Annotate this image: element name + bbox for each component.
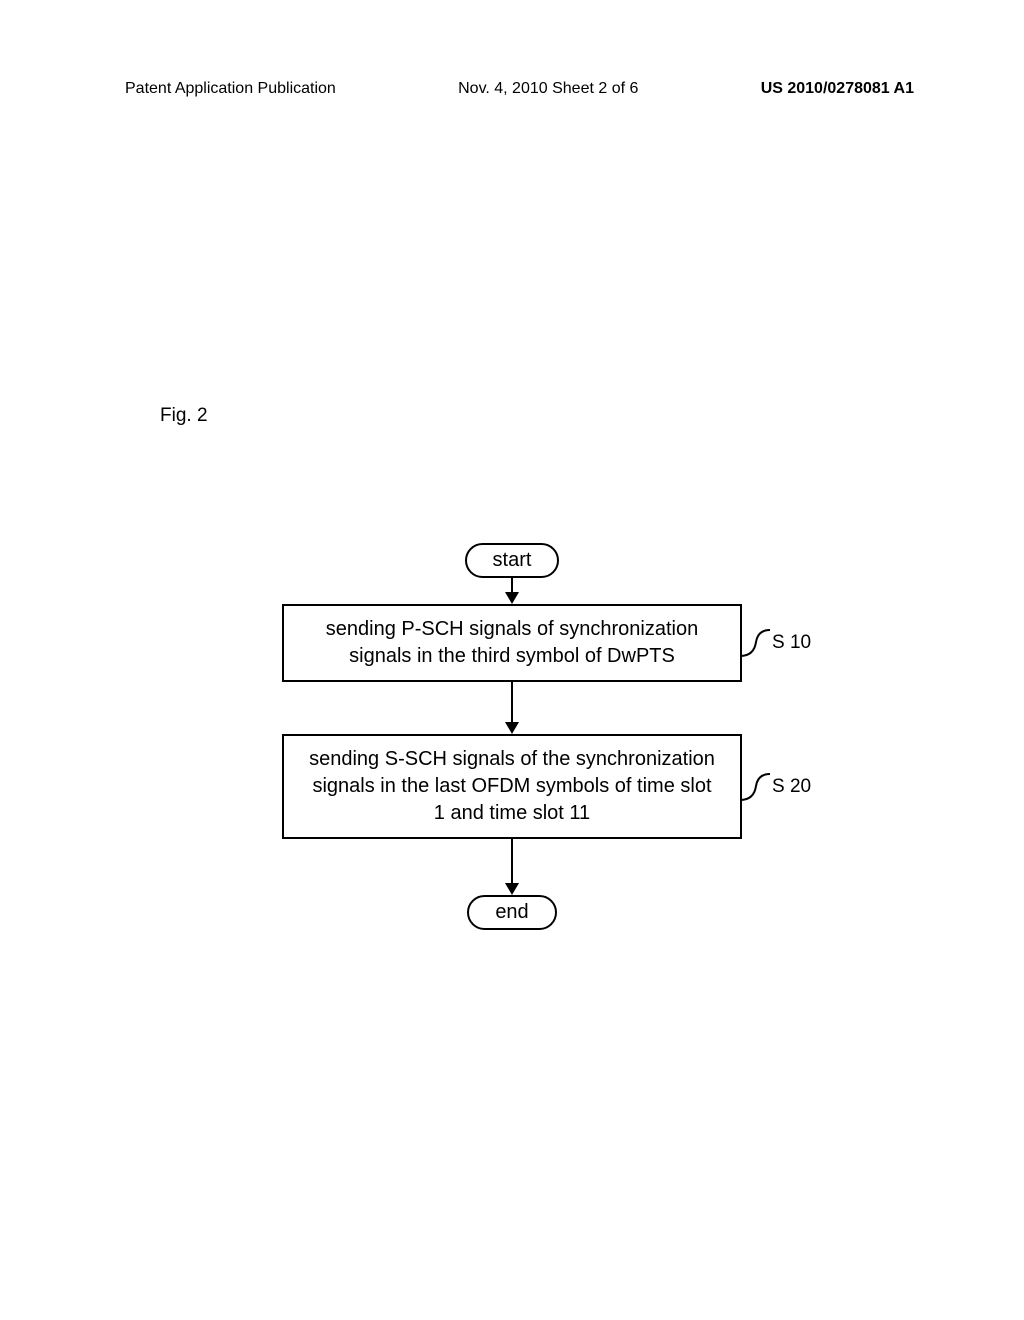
flowchart-step-2-text: sending S-SCH signals of the synchroniza…	[309, 748, 715, 824]
step-1-tag-text: S 10	[772, 630, 811, 656]
page-header: Patent Application Publication Nov. 4, 2…	[0, 80, 1024, 98]
arrow-icon	[505, 578, 519, 604]
flowchart: start sending P-SCH signals of synchroni…	[262, 543, 762, 930]
header-left-text: Patent Application Publication	[125, 80, 336, 98]
flowchart-step-2: sending S-SCH signals of the synchroniza…	[282, 734, 742, 839]
flowchart-step-1: sending P-SCH signals of synchronization…	[282, 604, 742, 682]
flowchart-start: start	[465, 543, 560, 578]
arrow-icon	[505, 839, 519, 895]
header-center-text: Nov. 4, 2010 Sheet 2 of 6	[458, 80, 638, 98]
flowchart-step-1-text: sending P-SCH signals of synchronization…	[326, 618, 698, 667]
step-2-tag: S 20	[740, 772, 811, 802]
connector-curve-icon	[740, 628, 770, 658]
flowchart-end: end	[467, 895, 556, 930]
figure-label: Fig. 2	[160, 405, 208, 427]
arrow-icon	[505, 682, 519, 734]
step-1-tag: S 10	[740, 628, 811, 658]
header-right-text: US 2010/0278081 A1	[761, 80, 914, 98]
step-2-tag-text: S 20	[772, 774, 811, 800]
connector-curve-icon	[740, 772, 770, 802]
